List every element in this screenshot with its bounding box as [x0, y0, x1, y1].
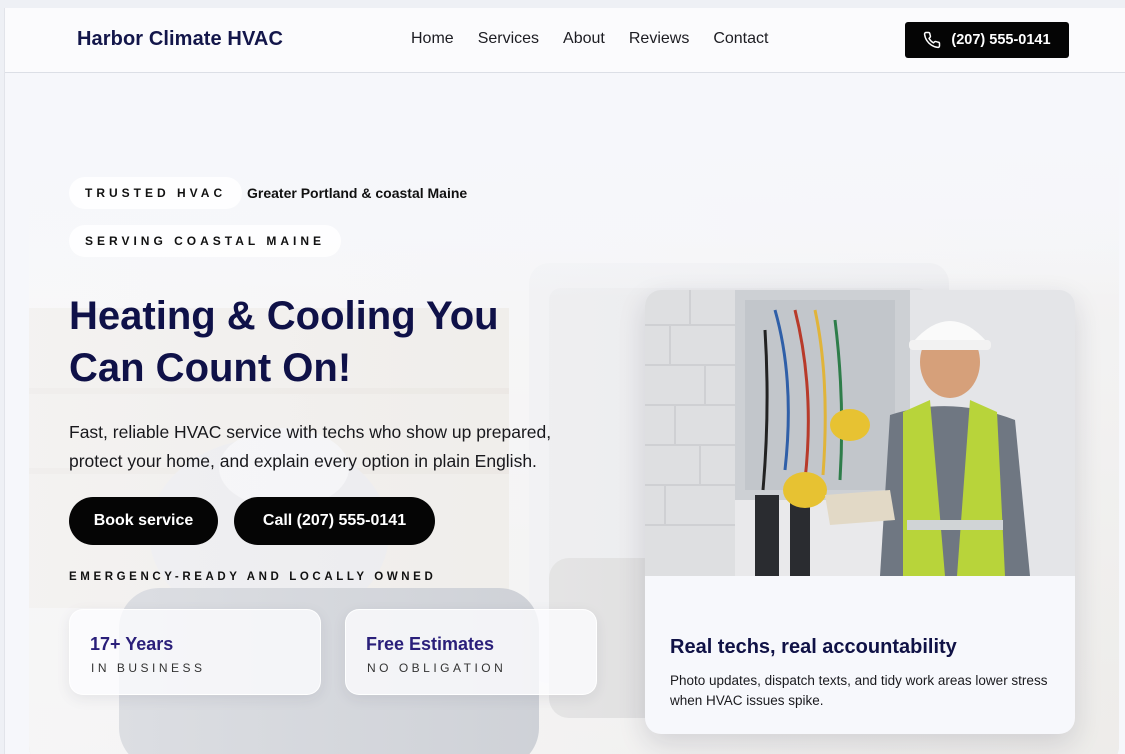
- book-service-button[interactable]: Book service: [69, 497, 218, 545]
- headline-line-1: Heating & Cooling You: [69, 294, 499, 338]
- tech-card: Real techs, real accountability Photo up…: [645, 290, 1075, 734]
- phone-icon: [924, 31, 941, 49]
- stat-value: Free Estimates: [366, 634, 495, 654]
- nav-home[interactable]: Home: [411, 30, 454, 48]
- brand-logo[interactable]: Harbor Climate HVAC: [77, 28, 283, 51]
- nav-reviews[interactable]: Reviews: [629, 30, 689, 48]
- lede-line-1: Fast, reliable HVAC service with techs w…: [69, 422, 552, 442]
- hero-headline: Heating & Cooling You Can Count On!: [69, 290, 589, 394]
- hero-top-fade: [29, 138, 1119, 298]
- stat-subtitle: NO OBLIGATION: [367, 661, 507, 675]
- emergency-tagline: EMERGENCY-READY AND LOCALLY OWNED: [69, 571, 437, 583]
- trusted-hvac-pill: TRUSTED HVAC: [69, 177, 243, 209]
- card-description: Photo updates, dispatch texts, and tidy …: [670, 673, 1048, 708]
- hero-description: Fast, reliable HVAC service with techs w…: [69, 418, 609, 476]
- page: Harbor Climate HVAC Home Services About …: [4, 8, 1125, 754]
- headline-line-2: Can Count On!: [69, 346, 352, 390]
- stat-subtitle: IN BUSINESS: [91, 661, 206, 675]
- main-nav: Home Services About Reviews Contact: [411, 30, 768, 48]
- nav-contact[interactable]: Contact: [713, 30, 768, 48]
- stat-value: 17+ Years: [90, 634, 174, 654]
- nav-about[interactable]: About: [563, 30, 605, 48]
- header-phone-label: (207) 555-0141: [951, 32, 1051, 48]
- header-phone-button[interactable]: (207) 555-0141: [905, 22, 1069, 58]
- stat-card-estimates: Free Estimates NO OBLIGATION: [345, 609, 597, 695]
- card-title: Real techs, real accountability: [670, 636, 957, 658]
- call-button[interactable]: Call (207) 555-0141: [234, 497, 435, 545]
- lede-line-2: protect your home, and explain every opt…: [69, 451, 537, 471]
- service-region: Greater Portland & coastal Maine: [247, 185, 468, 201]
- nav-services[interactable]: Services: [478, 30, 539, 48]
- site-header: Harbor Climate HVAC Home Services About …: [5, 8, 1125, 73]
- stat-card-years: 17+ Years IN BUSINESS: [69, 609, 321, 695]
- serving-coastal-pill: SERVING COASTAL MAINE: [69, 225, 342, 257]
- technician-photo: [645, 290, 1075, 576]
